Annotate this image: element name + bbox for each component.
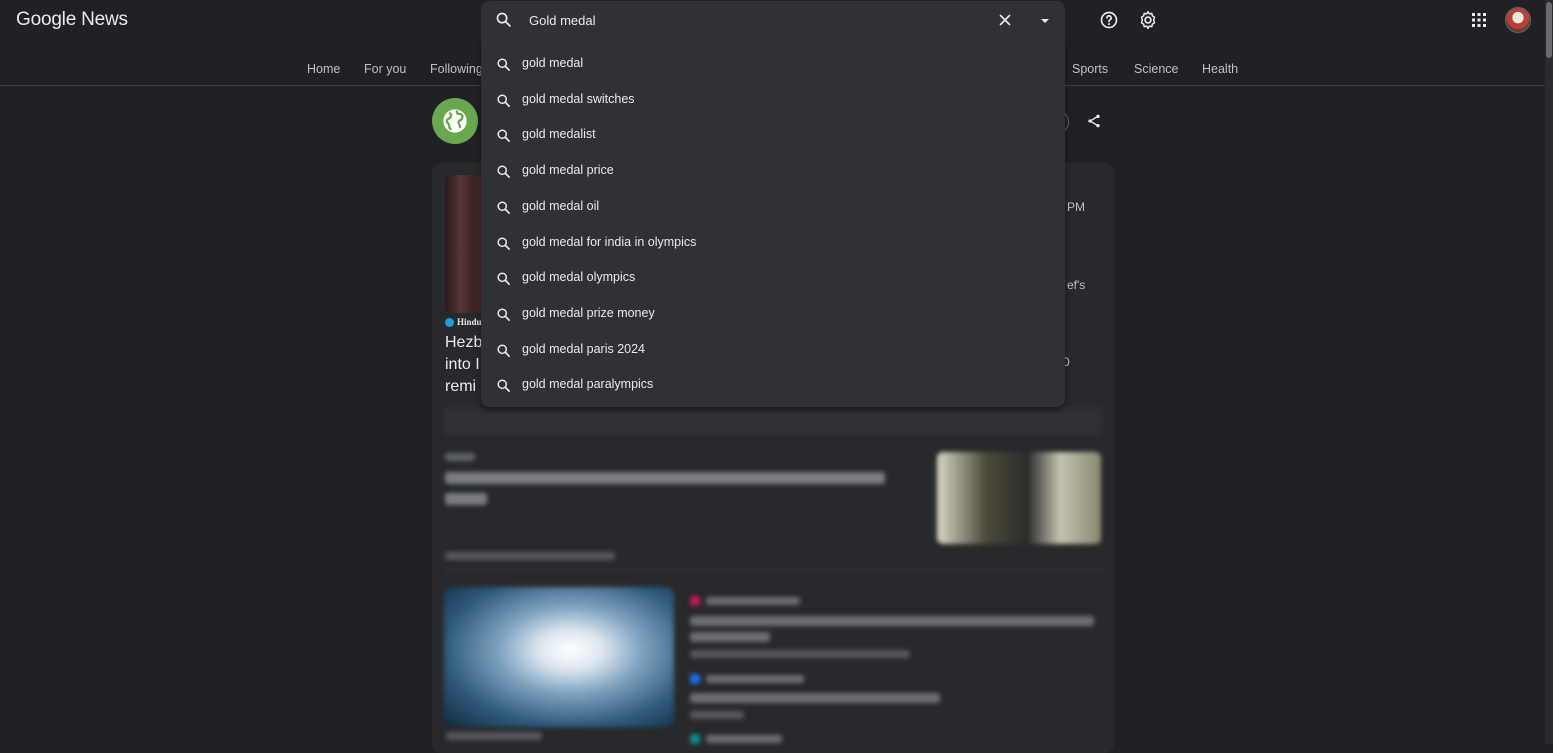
blurred-text (690, 693, 940, 703)
article-image[interactable] (445, 175, 485, 313)
suggestion-text: gold medal price (522, 163, 614, 177)
blurred-source-icon (690, 596, 700, 606)
blurred-text (445, 493, 487, 505)
blurred-text (446, 732, 542, 740)
blurred-source-icon (690, 734, 700, 744)
divider (444, 570, 1102, 571)
tab-sports[interactable]: Sports (1072, 62, 1108, 76)
suggestion-item[interactable]: gold medal price (481, 153, 1065, 189)
suggestion-item[interactable]: gold medalist (481, 117, 1065, 153)
suggestion-text: gold medal paris 2024 (522, 342, 645, 356)
search-input[interactable] (527, 10, 987, 30)
blurred-text (706, 735, 782, 743)
timestamp-fragment: PM (1067, 200, 1085, 214)
search-icon (496, 128, 511, 148)
suggestion-item[interactable]: gold medal prize money (481, 296, 1065, 332)
google-news-logo[interactable]: Google News (16, 9, 128, 31)
blurred-source-icon (690, 674, 700, 684)
blurred-text (706, 597, 800, 605)
suggestion-item[interactable]: gold medal olympics (481, 260, 1065, 296)
search-icon (496, 378, 511, 398)
suggestion-item[interactable]: gold medal oil (481, 189, 1065, 225)
suggestion-item[interactable]: gold medal (481, 46, 1065, 82)
source-dot-icon (445, 318, 454, 328)
tab-following[interactable]: Following (430, 62, 483, 76)
suggestion-item[interactable]: gold medal for india in olympics (481, 225, 1065, 261)
suggestion-text: gold medalist (522, 127, 596, 141)
help-icon[interactable] (1097, 8, 1121, 32)
search-icon (496, 236, 511, 256)
tab-for-you[interactable]: For you (364, 62, 406, 76)
suggestion-text: gold medal for india in olympics (522, 235, 697, 249)
suggestion-text: gold medal (522, 56, 584, 70)
suggestion-text: gold medal olympics (522, 270, 636, 284)
headline-fragment: Hezb (445, 334, 481, 351)
blurred-text (690, 711, 744, 719)
headline-fragment: remi (445, 378, 477, 395)
text-fragment: ef's (1067, 278, 1086, 292)
suggestion-text: gold medal oil (522, 199, 600, 213)
gear-icon[interactable] (1136, 8, 1160, 32)
source-logo: Hindu (445, 317, 485, 329)
suggestion-item[interactable]: gold medal switches (481, 82, 1065, 118)
search-icon (496, 57, 511, 77)
suggestion-item[interactable]: gold medal paris 2024 (481, 332, 1065, 368)
article-image[interactable] (444, 587, 674, 727)
scrollbar-thumb[interactable] (1546, 2, 1552, 58)
article-image[interactable] (937, 452, 1101, 544)
blurred-text (445, 552, 615, 560)
headline-fragment: into I (445, 356, 480, 373)
share-icon[interactable] (1086, 113, 1102, 134)
blurred-text (706, 675, 804, 683)
search-icon (496, 93, 511, 113)
search-icon (496, 164, 511, 184)
search-bar (481, 1, 1065, 39)
search-icon[interactable] (495, 11, 512, 33)
blurred-text (690, 650, 910, 658)
search-suggestions: gold medal gold medal switches gold meda… (481, 39, 1065, 407)
suggestion-item[interactable]: gold medal paralympics (481, 367, 1065, 403)
search-icon (496, 271, 511, 291)
suggestion-text: gold medal switches (522, 92, 635, 106)
search-icon (496, 343, 511, 363)
apps-grid-icon[interactable] (1467, 8, 1491, 32)
blurred-text (690, 632, 770, 642)
blurred-text (445, 453, 475, 461)
suggestion-text: gold medal prize money (522, 306, 655, 320)
account-avatar[interactable] (1505, 7, 1531, 33)
tab-home[interactable]: Home (307, 62, 340, 76)
search-icon (496, 200, 511, 220)
blurred-text (445, 472, 885, 484)
blurred-text (690, 616, 1094, 626)
globe-icon (432, 98, 478, 144)
suggestion-text: gold medal paralympics (522, 377, 654, 391)
close-icon[interactable] (996, 11, 1014, 29)
scrollbar-track[interactable] (1545, 0, 1553, 744)
tab-health[interactable]: Health (1202, 62, 1238, 76)
tab-science[interactable]: Science (1134, 62, 1178, 76)
blurred-row (444, 407, 1102, 435)
chevron-down-icon[interactable] (1039, 14, 1051, 26)
search-icon (496, 307, 511, 327)
